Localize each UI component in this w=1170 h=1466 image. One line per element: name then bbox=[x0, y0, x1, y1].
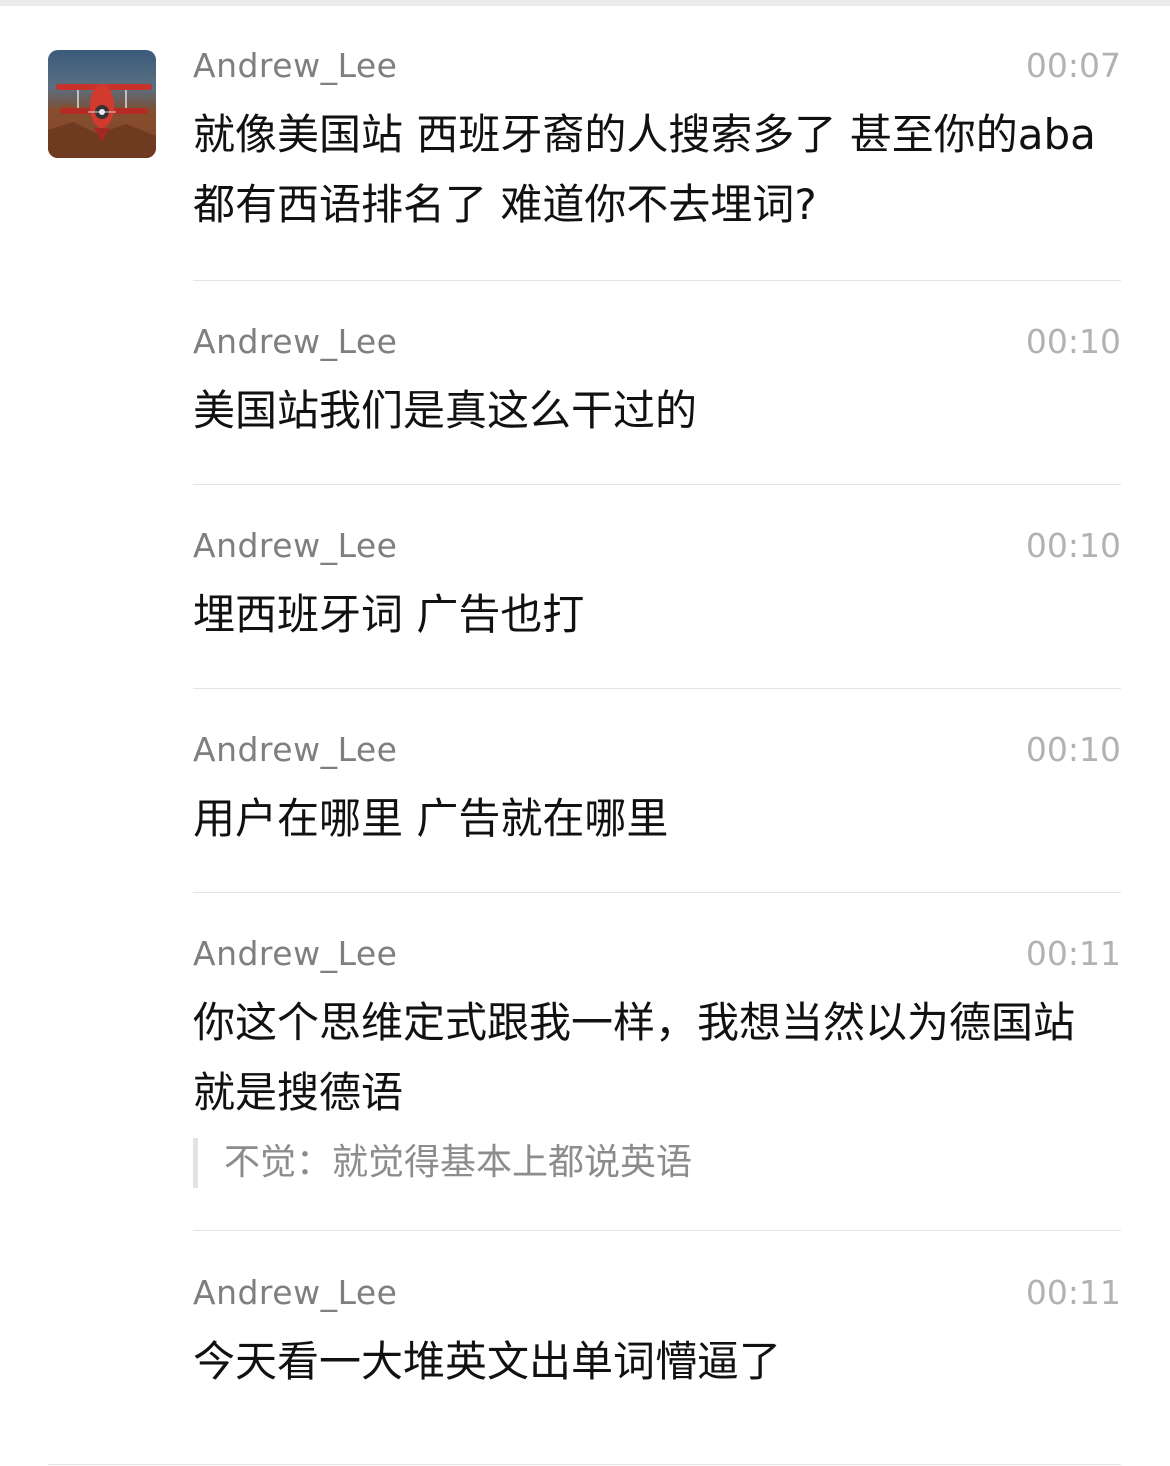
sender-name[interactable]: Andrew_Lee bbox=[193, 1273, 397, 1313]
avatar[interactable] bbox=[48, 50, 156, 158]
message-header: Andrew_Lee 00:11 bbox=[193, 1273, 1121, 1313]
message-item[interactable]: Andrew_Lee 00:10 美国站我们是真这么干过的 bbox=[193, 322, 1121, 446]
message-item[interactable]: Andrew_Lee 00:10 用户在哪里 广告就在哪里 bbox=[193, 730, 1121, 854]
bottom-divider bbox=[48, 1464, 1121, 1465]
message-header: Andrew_Lee 00:10 bbox=[193, 730, 1121, 770]
message-item[interactable]: Andrew_Lee 00:11 你这个思维定式跟我一样，我想当然以为德国站就是… bbox=[193, 934, 1121, 1188]
biplane-avatar-icon bbox=[48, 50, 156, 158]
message-item[interactable]: Andrew_Lee 00:10 埋西班牙词 广告也打 bbox=[193, 526, 1121, 650]
message-divider bbox=[193, 688, 1121, 689]
message-header: Andrew_Lee 00:10 bbox=[193, 526, 1121, 566]
message-divider bbox=[193, 280, 1121, 281]
message-divider bbox=[193, 484, 1121, 485]
sender-name[interactable]: Andrew_Lee bbox=[193, 934, 397, 974]
top-strip bbox=[0, 0, 1170, 6]
sender-name[interactable]: Andrew_Lee bbox=[193, 730, 397, 770]
quoted-reply[interactable]: 不觉：就觉得基本上都说英语 bbox=[193, 1138, 1121, 1188]
message-text: 埋西班牙词 广告也打 bbox=[193, 590, 585, 639]
message-text: 美国站我们是真这么干过的 bbox=[193, 386, 698, 435]
message-time: 00:10 bbox=[1025, 526, 1121, 565]
message-time: 00:11 bbox=[1025, 1273, 1121, 1312]
message-time: 00:10 bbox=[1025, 322, 1121, 361]
sender-name[interactable]: Andrew_Lee bbox=[193, 526, 397, 566]
message-header: Andrew_Lee 00:07 bbox=[193, 46, 1121, 86]
message-time: 00:10 bbox=[1025, 730, 1121, 769]
sender-name[interactable]: Andrew_Lee bbox=[193, 322, 397, 362]
message-item[interactable]: Andrew_Lee 00:11 今天看一大堆英文出单词懵逼了 bbox=[193, 1273, 1121, 1397]
message-item[interactable]: Andrew_Lee 00:07 就像美国站 西班牙裔的人搜索多了 甚至你的ab… bbox=[193, 46, 1121, 240]
sender-name[interactable]: Andrew_Lee bbox=[193, 46, 397, 86]
message-text: 就像美国站 西班牙裔的人搜索多了 甚至你的aba都有西语排名了 难道你不去埋词? bbox=[193, 110, 1096, 229]
message-divider bbox=[193, 1230, 1121, 1231]
message-divider bbox=[193, 892, 1121, 893]
message-text: 你这个思维定式跟我一样，我想当然以为德国站就是搜德语 bbox=[193, 998, 1076, 1117]
message-time: 00:11 bbox=[1025, 934, 1121, 973]
message-text: 用户在哪里 广告就在哪里 bbox=[193, 794, 669, 843]
message-header: Andrew_Lee 00:10 bbox=[193, 322, 1121, 362]
message-text: 今天看一大堆英文出单词懵逼了 bbox=[193, 1337, 782, 1386]
message-header: Andrew_Lee 00:11 bbox=[193, 934, 1121, 974]
message-time: 00:07 bbox=[1025, 46, 1121, 85]
